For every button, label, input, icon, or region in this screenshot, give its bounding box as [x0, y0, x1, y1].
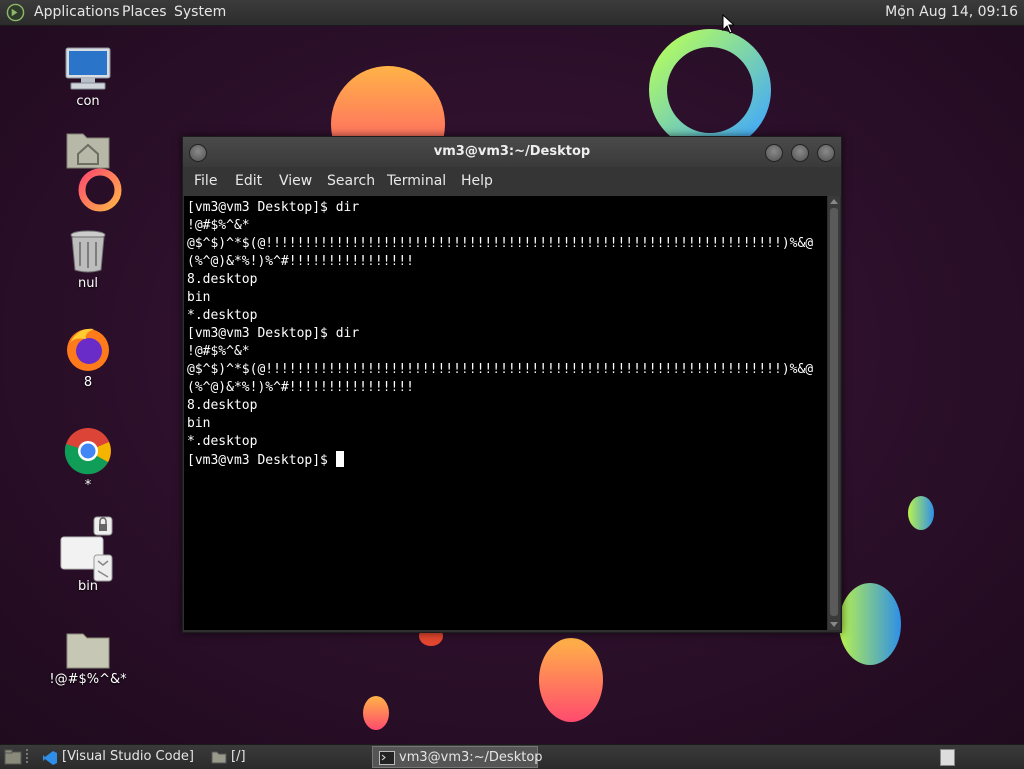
desktop-icon-bin[interactable]: bin — [43, 515, 133, 594]
bottom-panel: [Visual Studio Code] [/] vm3@vm3:~/Deskt… — [0, 744, 1024, 769]
close-button[interactable] — [817, 144, 835, 162]
desktop-icon-nul[interactable]: nul — [43, 228, 133, 291]
menu-terminal[interactable]: Terminal — [387, 167, 446, 196]
minimize-button[interactable] — [765, 144, 783, 162]
desktop-icon-label: nul — [77, 276, 99, 291]
folder-icon — [211, 751, 227, 764]
menu-file[interactable]: File — [194, 167, 217, 196]
vscode-icon — [43, 751, 57, 765]
menu-help[interactable]: Help — [461, 167, 493, 196]
chrome-icon — [64, 428, 111, 475]
desktop-icon-firefox[interactable]: 8 — [43, 325, 133, 390]
workspace-switcher[interactable] — [940, 749, 955, 766]
taskbar-item-vscode[interactable]: [Visual Studio Code] — [36, 746, 222, 768]
terminal-line: *.desktop — [187, 308, 258, 323]
terminal-line: !@#$%^&* — [187, 344, 250, 359]
desktop-icon-label: !@#$%^&* — [49, 672, 127, 687]
terminal-output[interactable]: [vm3@vm3 Desktop]$ dir !@#$%^&* @$^$)^*$(@… — [184, 196, 827, 630]
terminal-line: [vm3@vm3 Desktop]$ dir — [187, 326, 360, 341]
desktop-icon-home[interactable] — [43, 128, 133, 170]
terminal-line: [vm3@vm3 Desktop]$ dir — [187, 200, 360, 215]
scrollbar-thumb[interactable] — [830, 208, 838, 616]
terminal-line: (%^@)&*%!)%^#!!!!!!!!!!!!!!!! — [187, 380, 414, 395]
taskbar-label: [/] — [231, 749, 246, 764]
terminal-prompt-line: [vm3@vm3 Desktop]$ — [187, 451, 827, 470]
applications-menu[interactable]: Applications — [34, 0, 120, 25]
desktop-icon-label: * — [84, 478, 92, 493]
desktop-icon-label: 8 — [83, 375, 93, 390]
terminal-titlebar[interactable]: vm3@vm3:~/Desktop — [183, 137, 841, 167]
desktop-icon-con[interactable]: con — [43, 46, 133, 109]
terminal-prompt: [vm3@vm3 Desktop]$ — [187, 453, 336, 468]
terminal-line: @$^$)^*$(@!!!!!!!!!!!!!!!!!!!!!!!!!!!!!!… — [187, 236, 814, 251]
firefox-icon — [67, 328, 109, 371]
mouse-pointer-icon — [722, 14, 734, 34]
desktop-icon-label: bin — [77, 579, 99, 594]
taskbar-label: vm3@vm3:~/Desktop — [399, 750, 543, 765]
terminal-cursor — [335, 451, 344, 467]
terminal-scrollbar[interactable] — [828, 196, 840, 630]
terminal-line: @$^$)^*$(@!!!!!!!!!!!!!!!!!!!!!!!!!!!!!!… — [187, 362, 814, 377]
desktop-icon-chrome[interactable]: * — [43, 426, 133, 493]
terminal-line: *.desktop — [187, 434, 258, 449]
locked-file-icon — [60, 516, 113, 582]
menu-view[interactable]: View — [279, 167, 312, 196]
places-menu[interactable]: Places — [122, 0, 167, 25]
menu-edit[interactable]: Edit — [235, 167, 262, 196]
show-desktop-icon[interactable] — [4, 749, 22, 765]
taskbar-label: [Visual Studio Code] — [62, 749, 194, 764]
top-panel: Applications Places System Mon Aug 14, 0… — [0, 0, 1024, 26]
home-folder-icon — [66, 133, 110, 169]
scroll-down-arrow-icon[interactable] — [830, 622, 838, 627]
terminal-icon — [379, 751, 395, 765]
folder-icon — [66, 633, 110, 669]
system-menu[interactable]: System — [174, 0, 226, 25]
maximize-button[interactable] — [791, 144, 809, 162]
trash-icon — [70, 230, 106, 273]
panel-separator — [26, 749, 28, 765]
terminal-line: 8.desktop — [187, 272, 258, 287]
terminal-line: bin — [187, 416, 211, 431]
taskbar-item-file-manager[interactable]: [/] — [205, 746, 391, 768]
terminal-line: (%^@)&*%!)%^#!!!!!!!!!!!!!!!! — [187, 254, 414, 269]
taskbar-item-terminal[interactable]: vm3@vm3:~/Desktop — [372, 746, 543, 768]
distro-logo-icon[interactable] — [6, 3, 25, 22]
window-title: vm3@vm3:~/Desktop — [433, 144, 591, 159]
terminal-line: 8.desktop — [187, 398, 258, 413]
desktop-icon-label: con — [76, 94, 100, 109]
window-menu-button[interactable] — [189, 144, 207, 162]
terminal-line: !@#$%^&* — [187, 218, 250, 233]
computer-icon — [65, 47, 111, 90]
clock[interactable]: Mon Aug 14, 09:16 — [877, 0, 1024, 25]
scroll-up-arrow-icon[interactable] — [830, 199, 838, 204]
desktop-icon-folder[interactable]: !@#$%^&* — [43, 630, 133, 687]
menu-search[interactable]: Search — [327, 167, 375, 196]
terminal-window[interactable]: vm3@vm3:~/Desktop File Edit View Search … — [182, 136, 842, 633]
terminal-line: bin — [187, 290, 211, 305]
terminal-menubar: File Edit View Search Terminal Help — [183, 167, 841, 196]
